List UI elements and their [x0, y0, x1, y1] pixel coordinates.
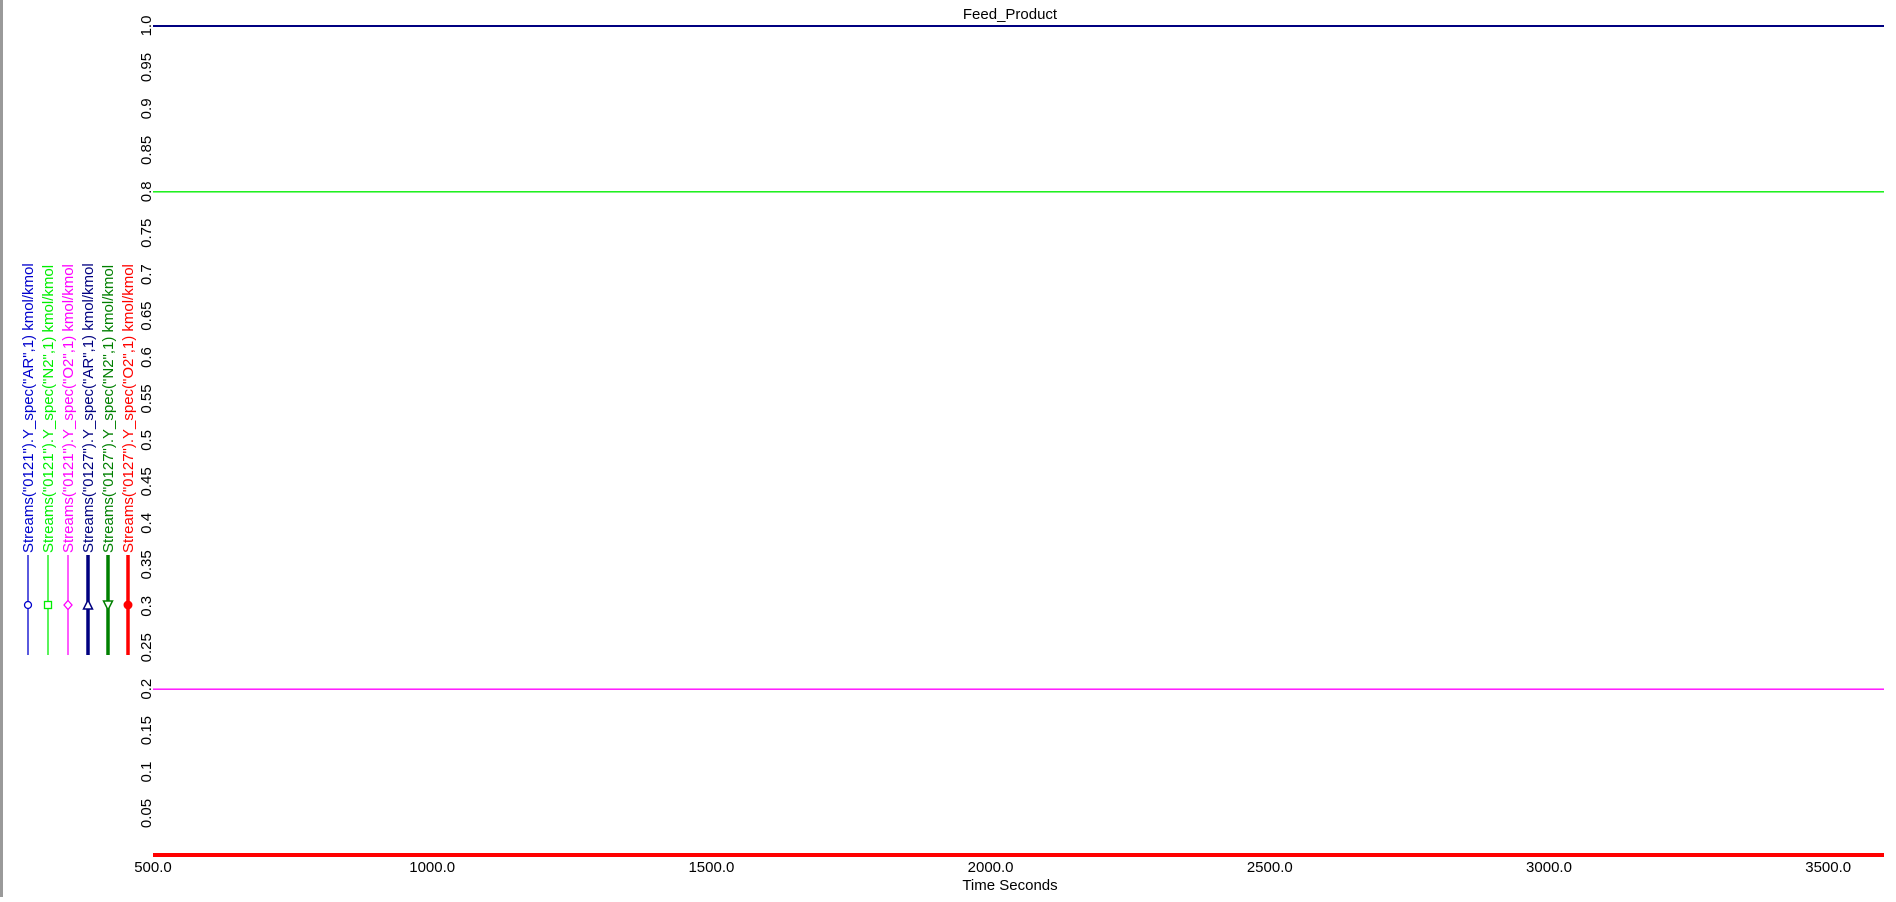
x-tick-label: 1000.0: [409, 859, 455, 876]
y-tick-label: 0.9: [138, 98, 155, 119]
y-tick-label: 0.35: [138, 550, 155, 579]
legend-label: Streams("0127").Y_spec("O2",1) kmol/kmol: [120, 264, 137, 553]
x-tick-label: 1500.0: [688, 859, 734, 876]
legend: Streams("0121").Y_spec("AR",1) kmol/kmol…: [20, 263, 137, 655]
y-tick-label: 0.55: [138, 384, 155, 413]
series-lines: [153, 25, 1884, 857]
y-tick-label: 0.3: [138, 596, 155, 617]
window-left-border: [0, 0, 3, 897]
legend-label: Streams("0121").Y_spec("O2",1) kmol/kmol: [60, 264, 77, 553]
y-tick-label: 0.95: [138, 53, 155, 82]
y-tick-label: 0.65: [138, 301, 155, 330]
legend-marker: [102, 600, 114, 612]
y-tick-label: 0.75: [138, 219, 155, 248]
y-tick-label: 1.0: [138, 16, 155, 37]
x-axis-tick-labels: 500.0 1000.0 1500.0 2000.0 2500.0 3000.0 3500.…: [134, 859, 1851, 876]
y-tick-label: 0.05: [138, 799, 155, 828]
x-tick-label: 500.0: [134, 859, 172, 876]
y-tick-label: 0.5: [138, 430, 155, 451]
y-tick-label: 0.6: [138, 347, 155, 368]
y-tick-label: 0.25: [138, 633, 155, 662]
y-tick-label: 0.7: [138, 264, 155, 285]
y-tick-label: 0.4: [138, 513, 155, 534]
plot-window: Feed_Product Time Seconds 0.05 0.1 0.15 0.2…: [0, 0, 1896, 897]
y-axis-tick-labels: 0.05 0.1 0.15 0.2 0.25 0.3 0.35 0.4 0.45 0.5 0.55 0…: [138, 16, 155, 829]
chart-title: Feed_Product: [963, 6, 1058, 23]
chart: Feed_Product Time Seconds 0.05 0.1 0.15 0.2…: [20, 6, 1884, 894]
x-axis-label: Time Seconds: [962, 877, 1057, 894]
legend-label: Streams("0121").Y_spec("N2",1) kmol/kmol: [40, 265, 57, 553]
legend-marker: [82, 598, 94, 610]
y-tick-label: 0.2: [138, 679, 155, 700]
y-tick-label: 0.45: [138, 467, 155, 496]
y-tick-label: 0.15: [138, 716, 155, 745]
y-tick-label: 0.85: [138, 136, 155, 165]
legend-label: Streams("0127").Y_spec("AR",1) kmol/kmol: [80, 263, 97, 553]
legend-marker: [23, 600, 33, 610]
legend-label: Streams("0121").Y_spec("AR",1) kmol/kmol: [20, 263, 37, 553]
x-tick-label: 2000.0: [968, 859, 1014, 876]
legend-marker: [123, 600, 133, 610]
legend-marker: [43, 600, 53, 610]
x-tick-label: 3000.0: [1526, 859, 1572, 876]
y-tick-label: 0.8: [138, 181, 155, 202]
legend-label: Streams("0127").Y_spec("N2",1) kmol/kmol: [100, 265, 117, 553]
x-tick-label: 2500.0: [1247, 859, 1293, 876]
x-tick-label: 3500.0: [1805, 859, 1851, 876]
legend-marker: [63, 599, 73, 611]
y-tick-label: 0.1: [138, 762, 155, 783]
